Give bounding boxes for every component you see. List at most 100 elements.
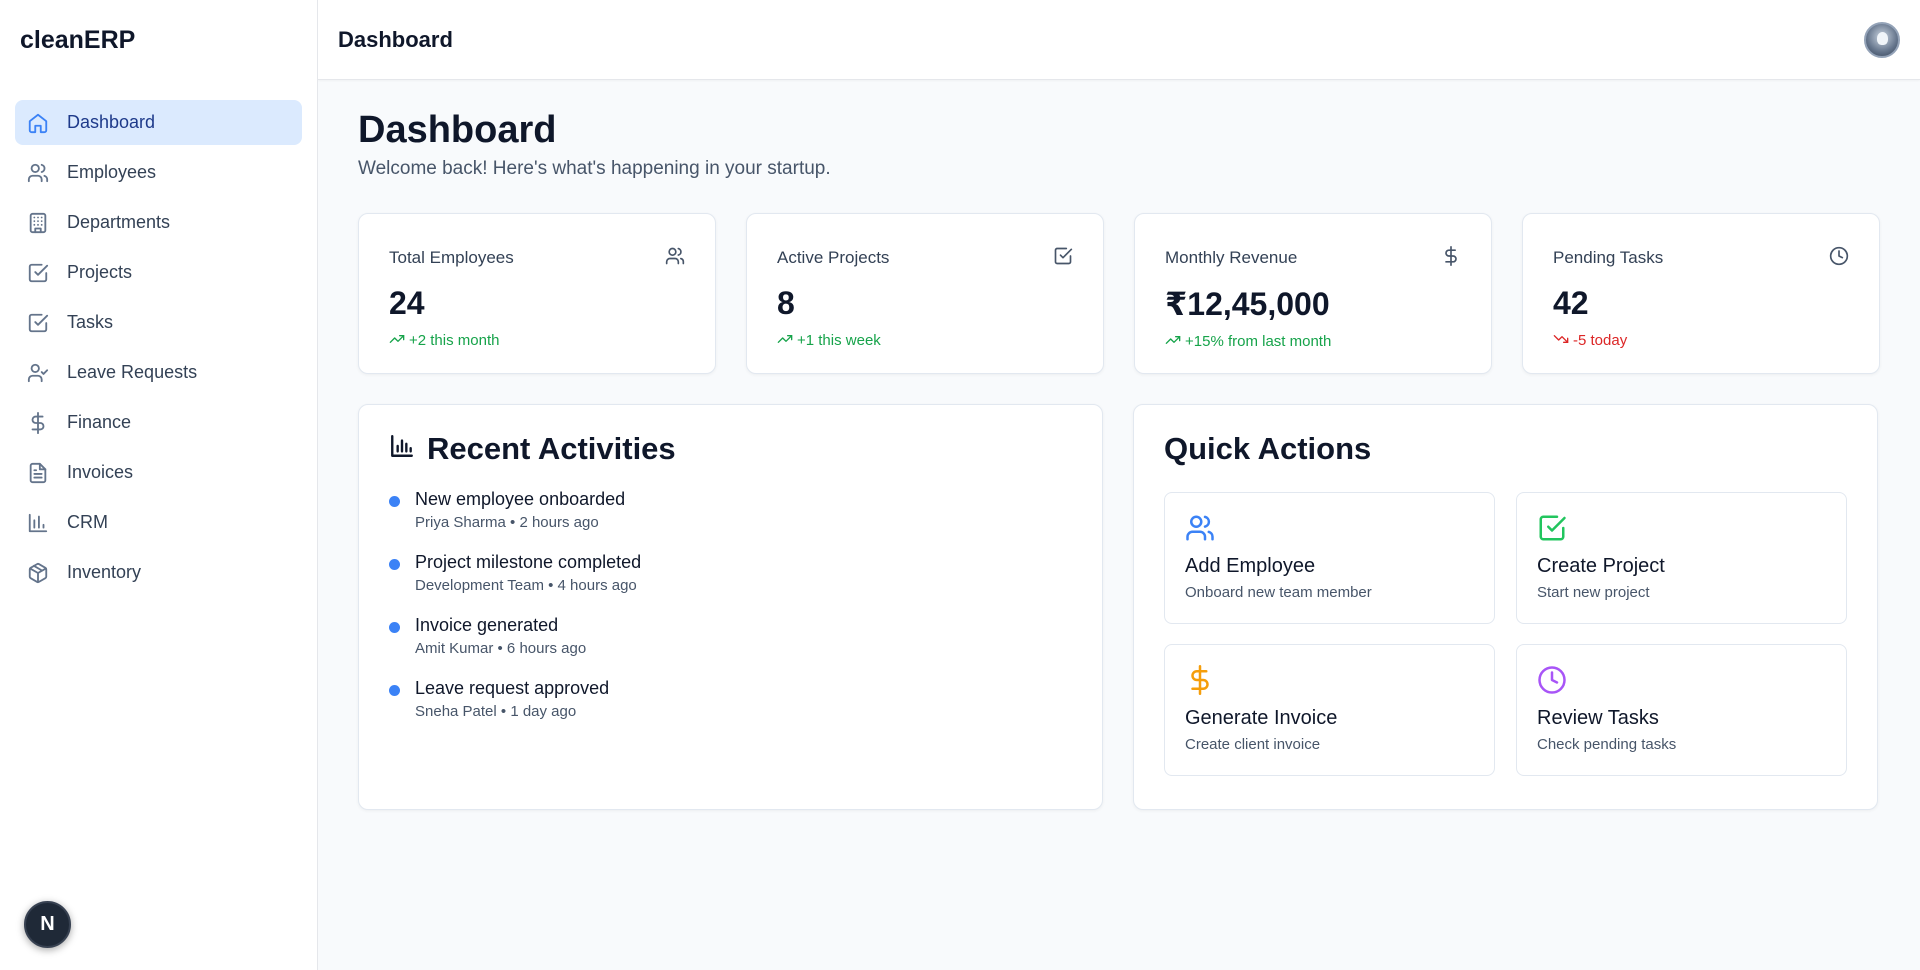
sidebar-item-leave-requests[interactable]: Leave Requests: [15, 350, 302, 395]
stat-value: 42: [1553, 284, 1589, 321]
activity-list: New employee onboarded Priya Sharma • 2 …: [389, 489, 1072, 720]
brand-logo[interactable]: cleanERP: [0, 0, 317, 80]
building-icon: [26, 211, 50, 235]
sidebar-item-finance[interactable]: Finance: [15, 400, 302, 445]
sidebar-item-departments[interactable]: Departments: [15, 200, 302, 245]
status-dot: [389, 621, 400, 633]
stat-value: 24: [389, 284, 425, 321]
topbar-title: Dashboard: [338, 26, 453, 52]
quick-action-subtitle: Create client invoice: [1185, 735, 1321, 753]
dollar-icon: [1441, 245, 1461, 271]
stat-change: +15% from last month: [1165, 332, 1461, 352]
quick-action-title: Review Tasks: [1537, 706, 1659, 729]
activity-meta: Amit Kumar • 6 hours ago: [415, 639, 587, 657]
activity-meta: Sneha Patel • 1 day ago: [415, 702, 577, 720]
home-icon: [26, 111, 50, 135]
sidebar-nav: Dashboard Employees Departments Projects: [0, 80, 317, 595]
create-project-button[interactable]: Create Project Start new project: [1516, 491, 1847, 624]
add-employee-button[interactable]: Add Employee Onboard new team member: [1164, 491, 1495, 624]
clock-icon: [1537, 665, 1826, 695]
sidebar-item-label: Employees: [67, 162, 157, 182]
sidebar-item-crm[interactable]: CRM: [15, 500, 302, 545]
sidebar-item-inventory[interactable]: Inventory: [15, 550, 302, 595]
sidebar-item-label: Dashboard: [67, 112, 156, 132]
panel-title: Recent Activities: [427, 430, 676, 466]
stat-change: +2 this month: [389, 331, 685, 351]
stat-value: 8: [777, 284, 795, 321]
activity-meta: Development Team • 4 hours ago: [415, 576, 637, 594]
stat-change: +1 this week: [777, 331, 1073, 351]
sidebar-item-label: Inventory: [67, 562, 142, 582]
list-item: Project milestone completed Development …: [389, 552, 1072, 594]
quick-action-subtitle: Start new project: [1537, 583, 1650, 601]
sidebar-item-invoices[interactable]: Invoices: [15, 450, 302, 495]
users-icon: [1185, 513, 1474, 543]
avatar[interactable]: [1864, 21, 1900, 58]
quick-action-title: Generate Invoice: [1185, 706, 1338, 729]
sidebar-item-label: Projects: [67, 262, 133, 282]
sidebar-item-label: CRM: [67, 512, 108, 532]
quick-actions-panel: Quick Actions Add Employee Onboard new t…: [1133, 403, 1878, 810]
status-dot: [389, 495, 400, 507]
check-square-icon: [26, 311, 50, 335]
status-dot: [389, 558, 400, 570]
package-icon: [26, 561, 50, 585]
sidebar-item-label: Invoices: [67, 462, 134, 482]
sidebar-item-tasks[interactable]: Tasks: [15, 300, 302, 345]
stat-change: -5 today: [1553, 331, 1849, 351]
activity-title: New employee onboarded: [415, 488, 626, 509]
activity-title: Leave request approved: [415, 677, 610, 698]
stat-change-text: +15% from last month: [1185, 333, 1332, 351]
panel-title: Quick Actions: [1164, 430, 1372, 466]
stat-card-pending-tasks: Pending Tasks 42 -5 today: [1522, 212, 1880, 374]
quick-action-subtitle: Onboard new team member: [1185, 583, 1372, 601]
dev-badge[interactable]: N: [24, 901, 71, 948]
quick-action-title: Add Employee: [1185, 554, 1316, 577]
stat-card-total-employees: Total Employees 24 +2 this month: [358, 212, 716, 374]
sidebar-item-label: Leave Requests: [67, 362, 198, 382]
quick-action-subtitle: Check pending tasks: [1537, 735, 1677, 753]
review-tasks-button[interactable]: Review Tasks Check pending tasks: [1516, 643, 1847, 776]
stat-change-text: +2 this month: [409, 332, 500, 350]
list-item: Invoice generated Amit Kumar • 6 hours a…: [389, 615, 1072, 657]
list-item: Leave request approved Sneha Patel • 1 d…: [389, 678, 1072, 720]
page-subtitle: Welcome back! Here's what's happening in…: [358, 157, 831, 179]
users-icon: [26, 161, 50, 185]
trending-up-icon: [389, 331, 405, 351]
dollar-icon: [1185, 664, 1474, 695]
trending-up-icon: [777, 331, 793, 351]
bar-chart-icon: [389, 431, 415, 467]
check-square-icon: [1537, 513, 1826, 543]
check-square-icon: [26, 261, 50, 285]
sidebar-item-label: Finance: [67, 412, 132, 432]
sidebar-item-label: Tasks: [67, 312, 114, 332]
generate-invoice-button[interactable]: Generate Invoice Create client invoice: [1164, 643, 1495, 776]
list-item: New employee onboarded Priya Sharma • 2 …: [389, 489, 1072, 531]
page-title: Dashboard: [358, 109, 557, 151]
content: Dashboard Welcome back! Here's what's ha…: [318, 80, 1920, 840]
trending-up-icon: [1165, 332, 1181, 352]
stat-label: Active Projects: [777, 248, 890, 268]
activity-meta: Priya Sharma • 2 hours ago: [415, 513, 599, 531]
check-square-icon: [1053, 246, 1073, 271]
topbar: Dashboard: [318, 0, 1920, 80]
stat-card-monthly-revenue: Monthly Revenue ₹12,45,000 +15% from las…: [1134, 212, 1492, 374]
stat-label: Pending Tasks: [1553, 248, 1664, 268]
activity-title: Invoice generated: [415, 614, 559, 635]
recent-activities-panel: Recent Activities New employee onboarded…: [358, 403, 1103, 810]
users-icon: [665, 246, 685, 271]
stats-row: Total Employees 24 +2 this month Active …: [358, 212, 1880, 374]
dollar-icon: [26, 411, 50, 435]
sidebar-item-dashboard[interactable]: Dashboard: [15, 100, 302, 145]
stat-card-active-projects: Active Projects 8 +1 this week: [746, 212, 1104, 374]
activity-title: Project milestone completed: [415, 551, 642, 572]
sidebar-item-projects[interactable]: Projects: [15, 250, 302, 295]
sidebar-item-label: Departments: [67, 212, 171, 232]
clock-icon: [1829, 246, 1849, 271]
panels-row: Recent Activities New employee onboarded…: [358, 403, 1880, 810]
status-dot: [389, 684, 400, 696]
sidebar-item-employees[interactable]: Employees: [15, 150, 302, 195]
stat-change-text: -5 today: [1573, 332, 1628, 350]
user-check-icon: [26, 361, 50, 385]
file-text-icon: [26, 461, 50, 485]
